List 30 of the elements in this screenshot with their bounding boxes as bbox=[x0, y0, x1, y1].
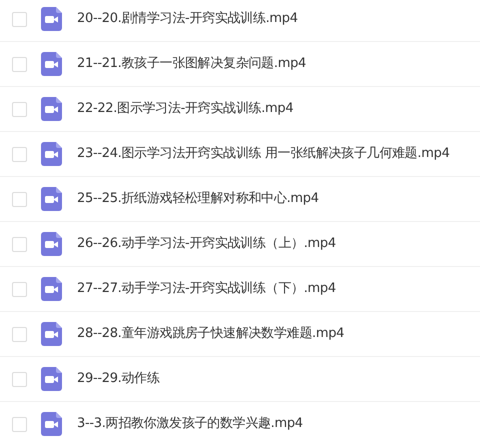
video-file-icon bbox=[41, 97, 62, 121]
file-name[interactable]: 29--29.动作练 bbox=[77, 369, 160, 389]
checkbox[interactable] bbox=[12, 326, 27, 342]
file-name[interactable]: 27--27.动手学习法-开窍实战训练（下）.mp4 bbox=[77, 279, 336, 299]
file-name[interactable]: 23--24.图示学习法开窍实战训练 用一张纸解决孩子几何难题.mp4 bbox=[77, 144, 450, 164]
file-name[interactable]: 21--21.教孩子一张图解决复杂问题.mp4 bbox=[77, 54, 306, 74]
checkbox[interactable] bbox=[12, 12, 27, 26]
video-file-icon bbox=[41, 322, 62, 346]
file-name[interactable]: 20--20.剧情学习法-开窍实战训练.mp4 bbox=[77, 9, 298, 29]
checkbox[interactable] bbox=[12, 192, 27, 206]
video-file-icon bbox=[41, 142, 62, 166]
video-file-icon bbox=[41, 187, 62, 211]
checkbox[interactable] bbox=[12, 236, 27, 252]
checkbox[interactable] bbox=[12, 416, 27, 432]
video-file-icon bbox=[41, 367, 62, 391]
checkbox[interactable] bbox=[12, 102, 27, 116]
checkbox[interactable] bbox=[12, 146, 27, 162]
checkbox[interactable] bbox=[12, 372, 27, 386]
checkbox[interactable] bbox=[12, 56, 27, 72]
checkbox[interactable] bbox=[12, 282, 27, 296]
video-file-icon bbox=[41, 412, 62, 436]
file-name[interactable]: 28--28.童年游戏跳房子快速解决数学难题.mp4 bbox=[77, 324, 344, 344]
file-name[interactable]: 3--3.两招教你激发孩子的数学兴趣.mp4 bbox=[77, 414, 303, 434]
file-name[interactable]: 22-22.图示学习法-开窍实战训练.mp4 bbox=[77, 99, 294, 119]
file-name[interactable]: 25--25.折纸游戏轻松理解对称和中心.mp4 bbox=[77, 189, 319, 209]
file-name[interactable]: 26--26.动手学习法-开窍实战训练（上）.mp4 bbox=[77, 234, 336, 254]
video-file-icon bbox=[41, 52, 62, 76]
video-file-icon bbox=[41, 7, 62, 31]
video-file-icon bbox=[41, 277, 62, 301]
video-file-icon bbox=[41, 232, 62, 256]
